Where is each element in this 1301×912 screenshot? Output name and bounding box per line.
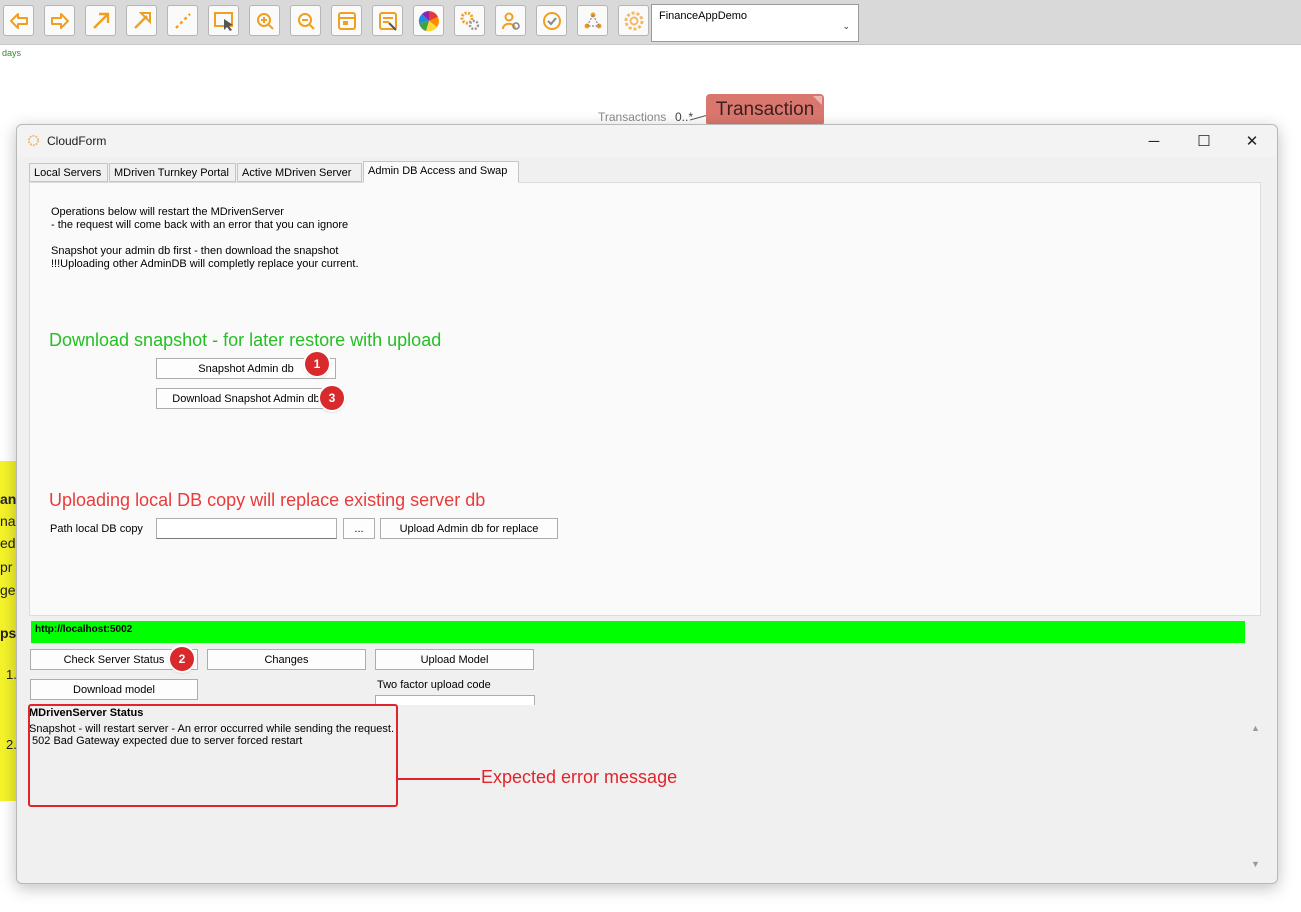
status-scrollbar[interactable] xyxy=(1247,721,1263,871)
tab-active-mdriven-server[interactable]: Active MDriven Server xyxy=(237,163,362,182)
window-title: CloudForm xyxy=(47,134,107,148)
note-fragment: pr xyxy=(0,559,13,575)
zoom-in-icon[interactable] xyxy=(249,5,280,36)
gears-icon[interactable] xyxy=(454,5,485,36)
days-label: days xyxy=(2,48,22,58)
tab-local-servers[interactable]: Local Servers xyxy=(29,163,108,182)
step-badge-2: 2 xyxy=(170,647,194,671)
dashed-line-icon[interactable] xyxy=(167,5,198,36)
nodes-icon[interactable] xyxy=(577,5,608,36)
color-wheel-icon[interactable] xyxy=(413,5,444,36)
users-icon[interactable] xyxy=(495,5,526,36)
info-text: !!!Uploading other AdminDB will completl… xyxy=(51,258,359,270)
upload-db-heading: Uploading local DB copy will replace exi… xyxy=(49,490,486,510)
note-fragment: an xyxy=(0,491,16,507)
changes-button[interactable]: Changes xyxy=(207,649,366,670)
server-url: http://localhost:5002 xyxy=(35,624,133,635)
back-arrow-icon[interactable] xyxy=(3,5,34,36)
download-snapshot-admin-db-button[interactable]: Download Snapshot Admin db xyxy=(156,388,336,409)
chevron-down-icon: ⌄ xyxy=(842,21,850,31)
info-text: - the request will come back with an err… xyxy=(51,219,349,231)
path-local-db-input[interactable] xyxy=(156,518,337,539)
expected-error-annotation: Expected error message xyxy=(481,767,678,787)
admin-db-tab-panel: Operations below will restart the MDrive… xyxy=(29,182,1261,616)
minimize-button[interactable]: ─ xyxy=(1131,129,1177,153)
transaction-class-box[interactable]: Transaction xyxy=(706,94,824,126)
path-local-db-label: Path local DB copy xyxy=(50,523,143,535)
window-titlebar[interactable]: CloudForm ─ ☐ ✕ xyxy=(17,125,1277,157)
forward-arrow-icon[interactable] xyxy=(44,5,75,36)
main-toolbar: FinanceAppDemo ⌄ xyxy=(0,0,1301,45)
window-icon[interactable] xyxy=(331,5,362,36)
transaction-class-name: Transaction xyxy=(715,99,815,120)
scroll-up-icon[interactable]: ▲ xyxy=(1251,723,1260,733)
note-fragment: ed xyxy=(0,535,16,551)
upload-admin-db-button[interactable]: Upload Admin db for replace xyxy=(380,518,558,539)
server-url-bar: http://localhost:5002 xyxy=(31,621,1245,643)
cloud-gear-icon[interactable] xyxy=(618,5,649,36)
inheritance-arrow-icon[interactable] xyxy=(126,5,157,36)
two-factor-label: Two factor upload code xyxy=(377,679,491,691)
note-fragment: ps xyxy=(0,625,16,641)
scroll-down-icon[interactable]: ▼ xyxy=(1251,859,1260,869)
maximize-button[interactable]: ☐ xyxy=(1181,129,1227,153)
model-select[interactable]: FinanceAppDemo ⌄ xyxy=(651,4,859,42)
model-select-value: FinanceAppDemo xyxy=(659,10,748,22)
note-fragment: nag xyxy=(0,513,16,529)
close-button[interactable]: ✕ xyxy=(1229,129,1275,153)
step-badge-1: 1 xyxy=(305,352,329,376)
error-highlight-box xyxy=(28,704,398,807)
download-snapshot-heading: Download snapshot - for later restore wi… xyxy=(49,330,442,350)
tab-admin-db-access-and-swap[interactable]: Admin DB Access and Swap xyxy=(363,161,519,183)
upload-model-button[interactable]: Upload Model xyxy=(375,649,534,670)
zoom-out-icon[interactable] xyxy=(290,5,321,36)
download-model-button[interactable]: Download model xyxy=(30,679,198,700)
browse-button[interactable]: ... xyxy=(343,518,375,539)
step-badge-3: 3 xyxy=(320,386,344,410)
info-text: Snapshot your admin db first - then down… xyxy=(51,245,339,257)
select-pointer-icon[interactable] xyxy=(208,5,239,36)
class-corner-icon xyxy=(813,96,822,105)
annotation-connector xyxy=(398,778,480,780)
association-arrow-icon[interactable] xyxy=(85,5,116,36)
check-icon[interactable] xyxy=(536,5,567,36)
association-end-label: Transactions xyxy=(598,110,667,124)
tab-mdriven-turnkey-portal[interactable]: MDriven Turnkey Portal xyxy=(109,163,236,182)
note-fragment: ge xyxy=(0,582,16,598)
cloud-gear-icon xyxy=(27,134,40,147)
info-text: Operations below will restart the MDrive… xyxy=(51,206,284,218)
form-icon[interactable] xyxy=(372,5,403,36)
